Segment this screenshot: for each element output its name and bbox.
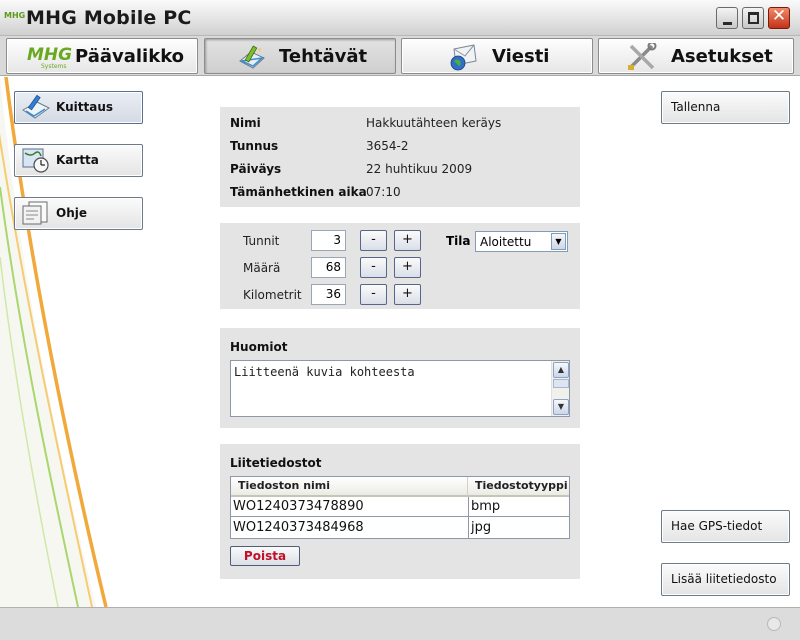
notes-panel: Huomiot Liitteenä kuvia kohteesta ▲ ▼ [220, 328, 580, 428]
notes-title: Huomiot [230, 340, 288, 354]
status-select[interactable]: Aloitettu ▼ [475, 231, 568, 252]
chevron-down-icon[interactable]: ▼ [551, 233, 566, 250]
main-tab-bar: MHG Systems Päävalikko Tehtävät Viesti A… [0, 36, 800, 76]
resize-grip-icon[interactable] [767, 617, 781, 631]
hours-label: Tunnit [243, 234, 280, 248]
attachments-table: Tiedoston nimi Tiedostotyyppi WO12403734… [230, 476, 570, 539]
close-icon: ✕ [771, 6, 787, 26]
maximize-icon [748, 12, 759, 24]
sidebar-item-label: Kartta [56, 153, 99, 167]
id-label: Tunnus [230, 139, 279, 153]
amount-input[interactable]: 68 [311, 257, 346, 278]
amount-label: Määrä [243, 261, 281, 275]
minimize-button[interactable] [716, 7, 738, 29]
tools-icon [628, 43, 657, 70]
kilometers-decrement-button[interactable]: - [360, 284, 387, 305]
notes-text: Liitteenä kuvia kohteesta [234, 365, 415, 379]
amount-decrement-button[interactable]: - [360, 257, 387, 278]
tab-asetukset[interactable]: Asetukset [598, 38, 794, 74]
quantities-panel: Tunnit 3 - + Määrä 68 - + Kilometrit 36 … [220, 223, 580, 309]
hours-input[interactable]: 3 [311, 230, 346, 251]
title-bar: MHG MHG Mobile PC ✕ [0, 0, 800, 36]
date-value: 22 huhtikuu 2009 [366, 162, 473, 176]
filename-cell: WO1240373484968 [233, 520, 364, 535]
id-value: 3654-2 [366, 139, 409, 153]
column-divider [468, 497, 469, 538]
tab-paavalikko[interactable]: MHG Systems Päävalikko [6, 38, 198, 74]
table-row[interactable]: WO1240373484968 jpg [231, 518, 569, 538]
mhg-logo-subtext: Systems [41, 63, 67, 70]
tab-label: Tehtävät [279, 46, 368, 67]
kilometers-increment-button[interactable]: + [394, 284, 421, 305]
tab-label: Asetukset [671, 46, 773, 67]
kilometers-input[interactable]: 36 [311, 284, 346, 305]
column-header-filetype[interactable]: Tiedostotyyppi [468, 477, 569, 497]
sidebar-item-kartta[interactable]: Kartta [14, 144, 143, 177]
mhg-logo-text: MHG [27, 45, 73, 65]
sidebar-item-ohje[interactable]: Ohje [14, 197, 143, 230]
amount-increment-button[interactable]: + [394, 257, 421, 278]
name-value: Hakkuutähteen keräys [366, 116, 502, 130]
tab-viesti[interactable]: Viesti [401, 38, 593, 74]
date-label: Päiväys [230, 162, 282, 176]
table-row[interactable]: WO1240373478890 bmp [231, 497, 569, 517]
window-title: MHG Mobile PC [26, 7, 192, 29]
attachments-panel: Liitetiedostot Tiedoston nimi Tiedostoty… [220, 444, 580, 579]
status-value: Aloitettu [480, 235, 532, 249]
pencil-notepad-icon [239, 45, 265, 69]
current-time-value: 07:10 [366, 185, 401, 199]
task-info-panel: Nimi Hakkuutähteen keräys Tunnus 3654-2 … [220, 107, 580, 207]
scroll-up-icon[interactable]: ▲ [553, 362, 569, 378]
scroll-thumb[interactable] [553, 379, 569, 388]
sidebar-item-label: Ohje [56, 206, 87, 220]
tab-label: Päävalikko [75, 46, 185, 67]
kilometers-label: Kilometrit [243, 288, 302, 302]
scroll-down-icon[interactable]: ▼ [553, 399, 569, 415]
help-document-icon [22, 201, 48, 225]
sidebar-item-kuittaus[interactable]: Kuittaus [14, 91, 143, 124]
notes-scrollbar[interactable]: ▲ ▼ [551, 361, 569, 416]
notes-textarea[interactable]: Liitteenä kuvia kohteesta ▲ ▼ [230, 360, 570, 417]
filename-cell: WO1240373478890 [233, 499, 364, 514]
maximize-button[interactable] [742, 7, 764, 29]
status-bar [0, 607, 800, 640]
signoff-pen-icon [22, 94, 50, 119]
map-clock-icon [22, 148, 49, 173]
status-label: Tila [446, 234, 471, 248]
tab-label: Viesti [492, 46, 550, 67]
filetype-cell: bmp [471, 499, 501, 514]
mhg-logo: MHG Systems [27, 45, 72, 73]
get-gps-button[interactable]: Hae GPS-tiedot [661, 510, 790, 543]
sidebar-item-label: Kuittaus [56, 100, 113, 114]
minimize-icon [723, 22, 732, 25]
content-area: Kuittaus Kartta Ohje Tallenna Hae GPS-ti… [0, 77, 800, 607]
filetype-cell: jpg [471, 520, 492, 535]
column-header-filename[interactable]: Tiedoston nimi [231, 477, 468, 497]
envelope-globe-icon [450, 44, 477, 71]
attachments-title: Liitetiedostot [230, 456, 322, 470]
add-attachment-button[interactable]: Lisää liitetiedosto [661, 563, 790, 596]
close-button[interactable]: ✕ [768, 6, 790, 29]
delete-attachment-button[interactable]: Poista [230, 546, 300, 566]
current-time-label: Tämänhetkinen aika [230, 185, 367, 199]
app-logo: MHG [4, 11, 26, 20]
name-label: Nimi [230, 116, 261, 130]
tab-tehtavat[interactable]: Tehtävät [204, 38, 396, 74]
hours-increment-button[interactable]: + [394, 230, 421, 251]
save-button[interactable]: Tallenna [661, 91, 790, 124]
hours-decrement-button[interactable]: - [360, 230, 387, 251]
